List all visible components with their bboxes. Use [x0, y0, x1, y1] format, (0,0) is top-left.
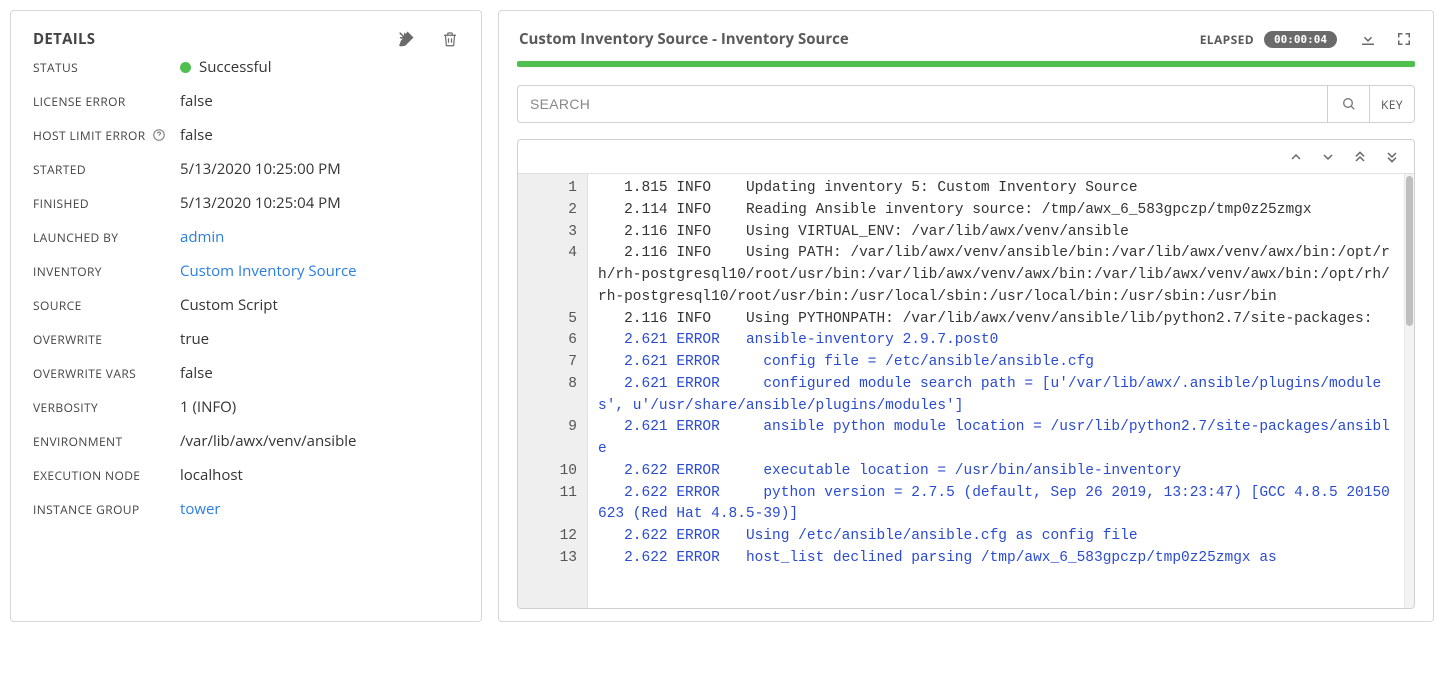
key-button[interactable]: KEY [1369, 85, 1415, 123]
value-host-limit: false [180, 125, 459, 145]
label-host-limit: HOST LIMIT ERROR [33, 125, 180, 145]
scrollbar-thumb[interactable] [1406, 176, 1413, 326]
log-container: 12345678910111213 1.815 INFO Updating in… [517, 139, 1415, 609]
value-launched-by: admin [180, 227, 459, 247]
value-instance-group: tower [180, 499, 459, 519]
log-line: 2.116 INFO Using PATH: /var/lib/awx/venv… [598, 243, 1390, 308]
line-number: 10 [518, 461, 587, 483]
download-icon[interactable] [1359, 30, 1377, 48]
line-number: 5 [518, 309, 587, 331]
line-number: 12 [518, 526, 587, 548]
search-button[interactable] [1327, 85, 1369, 123]
value-finished: 5/13/2020 10:25:04 PM [180, 193, 459, 213]
value-status: Successful [180, 57, 459, 77]
status-text: Successful [199, 57, 272, 77]
label-finished: FINISHED [33, 193, 180, 213]
value-started: 5/13/2020 10:25:00 PM [180, 159, 459, 179]
label-source: SOURCE [33, 295, 180, 315]
log-line[interactable]: 2.621 ERROR configured module search pat… [598, 374, 1390, 418]
details-table: STATUS Successful LICENSE ERROR false HO… [33, 57, 459, 519]
log-line[interactable]: 2.621 ERROR ansible-inventory 2.9.7.post… [598, 330, 1390, 352]
line-number: 6 [518, 330, 587, 352]
line-number: 7 [518, 352, 587, 374]
log-line: 1.815 INFO Updating inventory 5: Custom … [598, 178, 1390, 200]
value-inventory: Custom Inventory Source [180, 261, 459, 281]
line-number: 4 [518, 243, 587, 308]
log-line[interactable]: 2.622 ERROR host_list declined parsing /… [598, 548, 1390, 570]
elapsed-badge: 00:00:04 [1264, 31, 1337, 48]
progress-bar [517, 61, 1415, 67]
double-chevron-up-icon[interactable] [1352, 149, 1368, 165]
value-overwrite: true [180, 329, 459, 349]
link-inventory[interactable]: Custom Inventory Source [180, 261, 357, 281]
log-navbar [518, 140, 1414, 174]
label-verbosity: VERBOSITY [33, 397, 180, 417]
value-execution-node: localhost [180, 465, 459, 485]
label-status: STATUS [33, 57, 180, 77]
search-input[interactable] [517, 85, 1327, 123]
label-license-error: LICENSE ERROR [33, 91, 180, 111]
line-number: 3 [518, 222, 587, 244]
value-overwrite-vars: false [180, 363, 459, 383]
label-overwrite-vars: OVERWRITE VARS [33, 363, 180, 383]
log-line[interactable]: 2.622 ERROR Using /etc/ansible/ansible.c… [598, 526, 1390, 548]
line-number: 1 [518, 178, 587, 200]
chevron-down-icon[interactable] [1320, 149, 1336, 165]
link-instance-group[interactable]: tower [180, 499, 221, 519]
line-number: 13 [518, 548, 587, 570]
scrollbar[interactable] [1404, 174, 1414, 608]
double-chevron-down-icon[interactable] [1384, 149, 1400, 165]
elapsed-label: ELAPSED [1200, 31, 1254, 48]
line-number: 11 [518, 483, 587, 527]
expand-icon[interactable] [1395, 30, 1413, 48]
label-execution-node: EXECUTION NODE [33, 465, 180, 485]
chevron-up-icon[interactable] [1288, 149, 1304, 165]
label-environment: ENVIRONMENT [33, 431, 180, 451]
log-line[interactable]: 2.621 ERROR config file = /etc/ansible/a… [598, 352, 1390, 374]
details-actions [397, 30, 459, 48]
log-line[interactable]: 2.622 ERROR executable location = /usr/b… [598, 461, 1390, 483]
log-line: 2.116 INFO Using VIRTUAL_ENV: /var/lib/a… [598, 222, 1390, 244]
label-overwrite: OVERWRITE [33, 329, 180, 349]
trash-icon[interactable] [441, 30, 459, 48]
details-title: DETAILS [33, 29, 95, 49]
label-inventory: INVENTORY [33, 261, 180, 281]
label-started: STARTED [33, 159, 180, 179]
output-panel: Custom Inventory Source - Inventory Sour… [498, 10, 1434, 622]
log-line[interactable]: 2.622 ERROR python version = 2.7.5 (defa… [598, 483, 1390, 527]
log-lines[interactable]: 1.815 INFO Updating inventory 5: Custom … [588, 174, 1404, 608]
help-icon[interactable] [152, 128, 166, 142]
details-panel: DETAILS STATUS Successful LICENSE ERROR … [10, 10, 482, 622]
log-gutter: 12345678910111213 [518, 174, 588, 608]
label-host-limit-text: HOST LIMIT ERROR [33, 127, 146, 144]
log-line: 2.116 INFO Using PYTHONPATH: /var/lib/aw… [598, 309, 1390, 331]
line-number: 9 [518, 417, 587, 461]
relaunch-icon[interactable] [397, 30, 415, 48]
log-line: 2.114 INFO Reading Ansible inventory sou… [598, 200, 1390, 222]
value-environment: /var/lib/awx/venv/ansible [180, 431, 459, 451]
label-instance-group: INSTANCE GROUP [33, 499, 180, 519]
value-source: Custom Script [180, 295, 459, 315]
search-row: KEY [517, 85, 1415, 123]
details-header: DETAILS [33, 29, 459, 49]
output-header: Custom Inventory Source - Inventory Sour… [517, 23, 1415, 57]
line-number: 2 [518, 200, 587, 222]
value-verbosity: 1 (INFO) [180, 397, 459, 417]
link-launched-by[interactable]: admin [180, 227, 224, 247]
line-number: 8 [518, 374, 587, 418]
value-license-error: false [180, 91, 459, 111]
status-dot-icon [180, 62, 191, 73]
output-title: Custom Inventory Source - Inventory Sour… [519, 29, 849, 49]
log-line[interactable]: 2.621 ERROR ansible python module locati… [598, 417, 1390, 461]
log-body: 12345678910111213 1.815 INFO Updating in… [518, 174, 1414, 608]
label-launched-by: LAUNCHED BY [33, 227, 180, 247]
